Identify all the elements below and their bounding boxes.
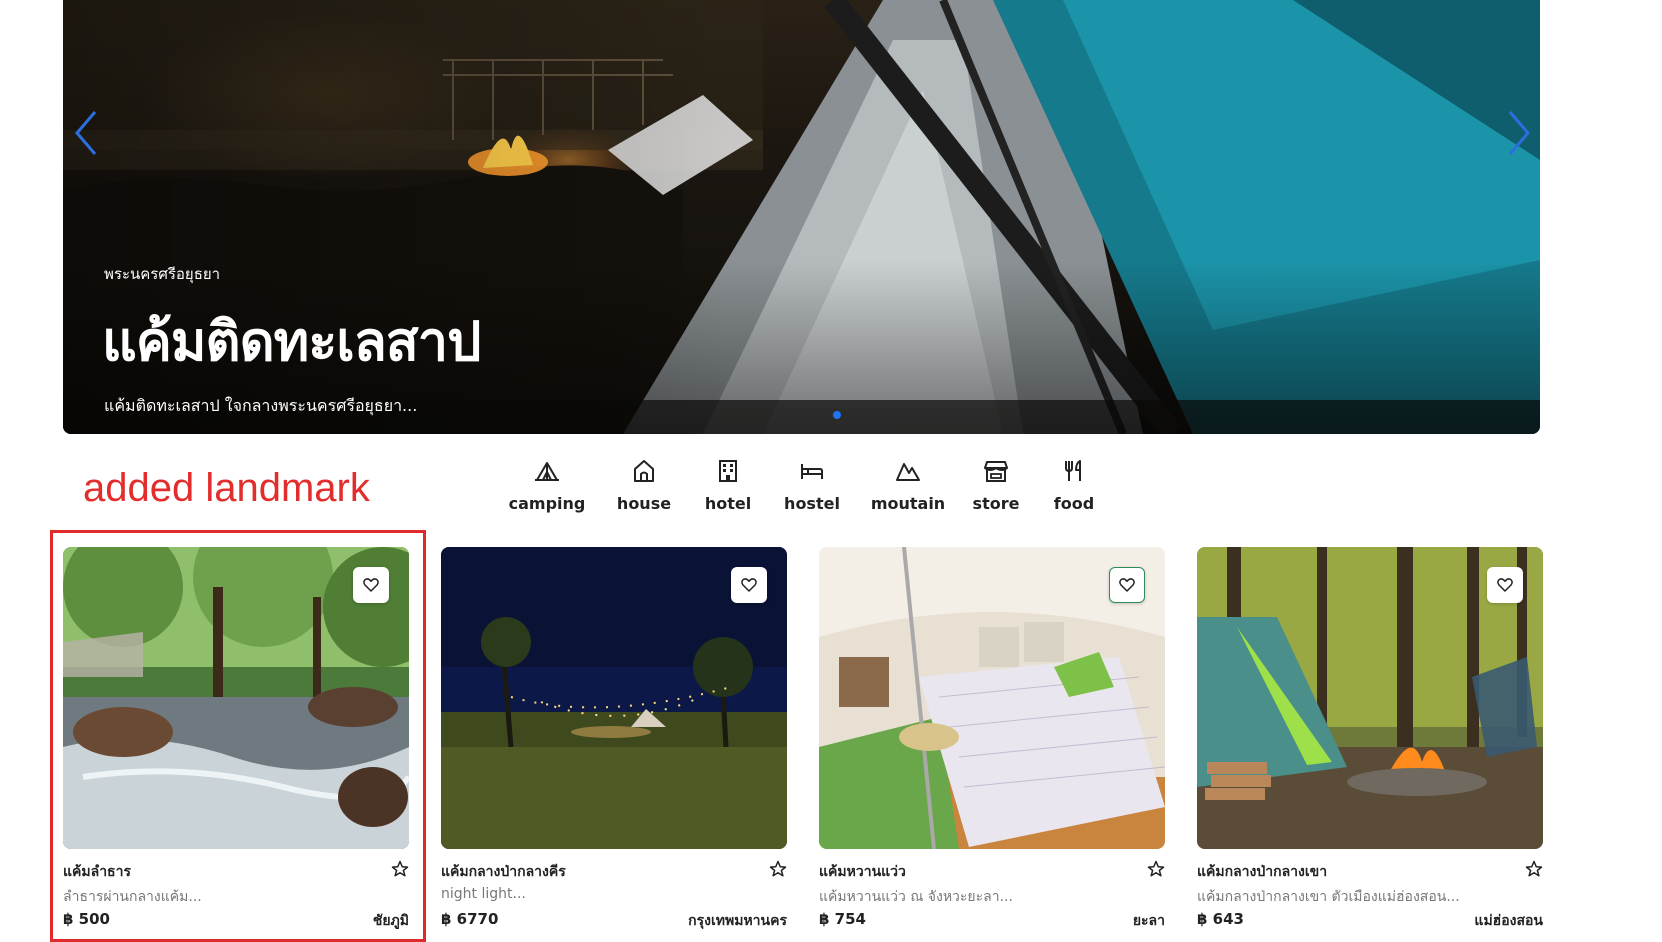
hero-subtitle: พระนครศรีอยุธยา [104,265,221,283]
listing-location: แม่ฮ่องสอน [1474,913,1543,929]
star-icon [1147,860,1165,877]
star-icon [769,860,787,877]
listing-price: ฿ 754 [819,910,866,928]
star-icon [391,860,409,877]
category-label: camping [508,494,586,513]
hero-description: แค้มติดทะเลสาป ใจกลางพระนครศรีอยุธยา... [104,396,418,415]
favorite-button[interactable] [1109,567,1145,603]
heart-icon [741,578,757,592]
listing-description: แค้มหวานแว่ว ณ จังหวะยะลา... [819,889,1013,905]
heart-icon [1497,578,1513,592]
category-moutain[interactable]: moutain [867,458,949,513]
listing-price: ฿ 6770 [441,910,499,928]
house-icon [634,460,654,482]
category-store[interactable]: store [949,458,1043,513]
building-icon [719,460,737,482]
listing-title[interactable]: แค้มกลางป่ากลางเขา [1197,861,1327,883]
tent-icon [535,462,559,481]
category-camping[interactable]: camping [505,458,589,513]
bed-icon [801,464,823,479]
listing-description: ลำธารผ่านกลางแค้ม... [63,889,202,905]
category-food[interactable]: food [1043,458,1105,513]
bookmark-button[interactable] [391,860,409,878]
category-label: house [616,494,672,513]
chevron-left-icon [75,111,97,155]
listing-location: ยะลา [1132,913,1165,929]
listing-card[interactable]: แค้มลำธาร ลำธารผ่านกลางแค้ม... ฿ 500 ชัย… [63,547,409,929]
category-hotel[interactable]: hotel [699,458,757,513]
listing-title[interactable]: แค้มกลางป่ากลางคีร [441,861,566,883]
listing-card[interactable]: แค้มกลางป่ากลางเขา แค้มกลางป่ากลางเขา ตั… [1197,547,1543,929]
heart-icon [1119,578,1135,592]
star-icon [1525,860,1543,877]
mountain-icon [896,463,920,481]
hero-banner[interactable]: พระนครศรีอยุธยา แค้มติดทะเลสาป แค้มติดทะ… [63,0,1540,434]
listing-image[interactable] [441,547,787,849]
listing-location: ชัยภูมิ [372,913,409,929]
listing-card[interactable]: แค้มหวานแว่ว แค้มหวานแว่ว ณ จังหวะยะลา..… [819,547,1165,929]
hero-next-button[interactable] [1504,108,1534,158]
hero-title: แค้มติดทะเลสาป [102,310,481,373]
listing-image[interactable] [819,547,1165,849]
carousel-dot-active[interactable] [833,411,841,419]
carousel-dots [833,411,841,419]
utensils-icon [1065,460,1081,481]
store-icon [984,461,1008,482]
category-label: food [1053,494,1095,513]
annotation-label: added landmark [83,466,370,510]
listing-description: แค้มกลางป่ากลางเขา ตัวเมืองแม่ฮ่องสอน... [1197,889,1460,905]
category-house[interactable]: house [589,458,699,513]
chevron-right-icon [1508,111,1530,155]
listing-title[interactable]: แค้มลำธาร [63,861,131,883]
listing-price: ฿ 500 [63,910,110,928]
listing-image[interactable] [63,547,409,849]
hero-prev-button[interactable] [71,108,101,158]
category-hostel[interactable]: hostel [757,458,867,513]
listing-title[interactable]: แค้มหวานแว่ว [819,861,906,883]
listing-location: กรุงเทพมหานคร [688,913,787,929]
listing-image[interactable] [1197,547,1543,849]
favorite-button[interactable] [731,567,767,603]
listing-price: ฿ 643 [1197,910,1244,928]
bookmark-button[interactable] [1525,860,1543,878]
favorite-button[interactable] [1487,567,1523,603]
bookmark-button[interactable] [1147,860,1165,878]
listing-description: night light... [441,886,526,902]
category-label: moutain [870,494,946,513]
category-label: hotel [704,494,752,513]
category-bar: camping house hotel hostel moutain store… [505,458,1105,513]
category-label: hostel [784,494,840,513]
bookmark-button[interactable] [769,860,787,878]
heart-icon [363,578,379,592]
category-label: store [972,494,1020,513]
listing-card[interactable]: แค้มกลางป่ากลางคีร night light... ฿ 6770… [441,547,787,929]
favorite-button[interactable] [353,567,389,603]
